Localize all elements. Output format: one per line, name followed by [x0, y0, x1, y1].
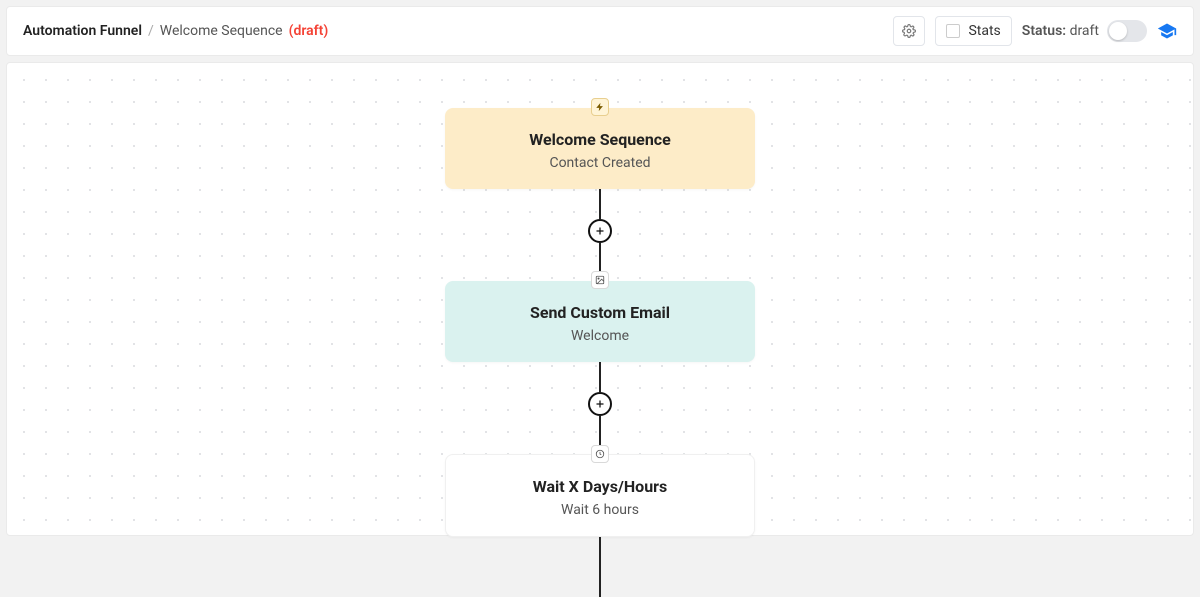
status-indicator: Status: draft [1022, 20, 1147, 42]
node-title: Wait X Days/Hours [462, 477, 738, 496]
node-title: Send Custom Email [461, 303, 739, 322]
add-step-button[interactable] [588, 219, 612, 243]
gear-icon [902, 24, 916, 38]
top-bar: Automation Funnel / Welcome Sequence (dr… [6, 6, 1194, 56]
breadcrumb-root[interactable]: Automation Funnel [23, 23, 142, 39]
connector-line [599, 362, 601, 392]
bolt-icon [591, 98, 609, 116]
breadcrumb: Automation Funnel / Welcome Sequence (dr… [23, 23, 328, 39]
breadcrumb-separator: / [148, 23, 154, 39]
status-prefix: Status: [1022, 23, 1070, 39]
stats-toggle-button[interactable]: Stats [935, 16, 1011, 46]
node-subtitle: Contact Created [461, 155, 739, 171]
flow-column: Welcome Sequence Contact Created Send Cu… [445, 108, 755, 597]
breadcrumb-funnel-name: Welcome Sequence [160, 23, 283, 39]
help-button[interactable] [1157, 21, 1177, 41]
stats-checkbox [946, 24, 960, 38]
connector-line [599, 189, 601, 219]
action-node-wait[interactable]: Wait X Days/Hours Wait 6 hours [445, 454, 755, 537]
image-icon [591, 271, 609, 289]
status-value: draft [1070, 23, 1099, 39]
settings-button[interactable] [893, 16, 925, 46]
automation-canvas[interactable]: Welcome Sequence Contact Created Send Cu… [6, 62, 1194, 536]
stats-label: Stats [968, 23, 1000, 39]
node-title: Welcome Sequence [461, 130, 739, 149]
node-subtitle: Welcome [461, 328, 739, 344]
status-toggle[interactable] [1107, 20, 1147, 42]
breadcrumb-draft-badge: (draft) [289, 23, 329, 39]
clock-icon [591, 445, 609, 463]
connector-line [599, 537, 601, 597]
trigger-node[interactable]: Welcome Sequence Contact Created [445, 108, 755, 189]
toolbar-right: Stats Status: draft [893, 16, 1177, 46]
node-subtitle: Wait 6 hours [462, 502, 738, 518]
add-step-button[interactable] [588, 392, 612, 416]
graduation-cap-icon [1157, 21, 1177, 41]
action-node-email[interactable]: Send Custom Email Welcome [445, 281, 755, 362]
